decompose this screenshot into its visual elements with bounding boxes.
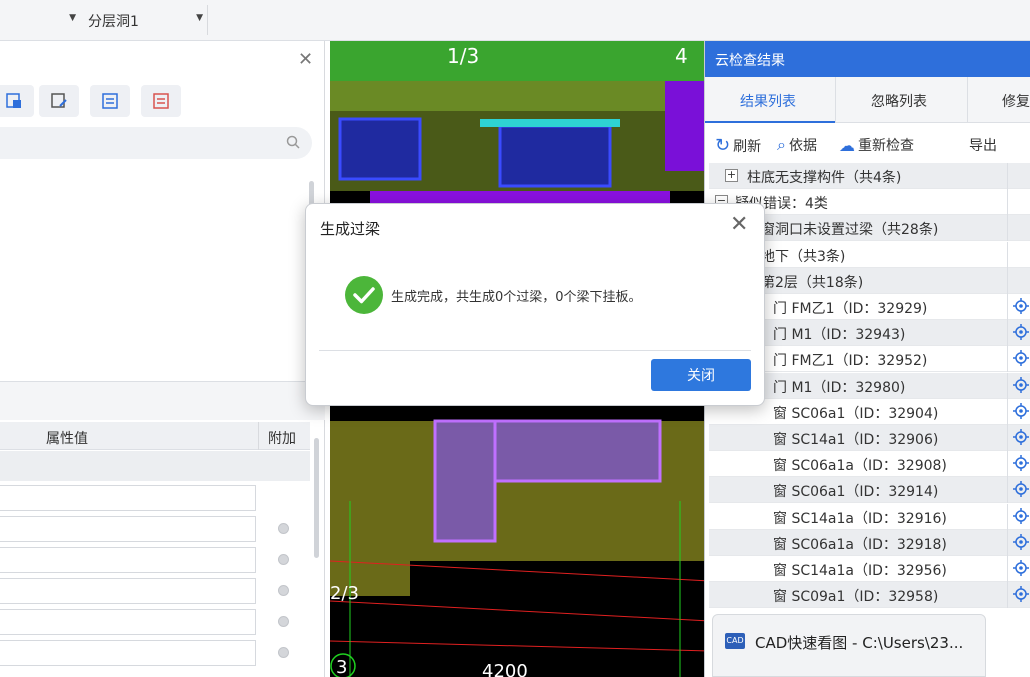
dialog-message: 生成完成，共生成0个过梁，0个梁下挂板。 bbox=[391, 290, 642, 305]
tree-item-label: 窗洞口未设置过梁（共28条) bbox=[761, 222, 939, 239]
chevron-down-icon: ▼ bbox=[196, 13, 203, 23]
copy-component-icon[interactable] bbox=[0, 85, 34, 117]
extra-radio[interactable] bbox=[278, 647, 289, 658]
tree-item-label: 门 M1（ID：32980) bbox=[773, 379, 906, 396]
locate-icon[interactable] bbox=[1013, 298, 1029, 318]
search-icon bbox=[286, 135, 300, 149]
tree-item-row[interactable]: 窗 SC14a1a（ID：32956) bbox=[709, 556, 1030, 582]
tree-item-label: 窗 SC06a1（ID：32914) bbox=[773, 484, 939, 501]
generate-lintel-dialog: 生成过梁 ✕ 生成完成，共生成0个过梁，0个梁下挂板。 关闭 bbox=[305, 203, 765, 406]
property-panel-header bbox=[0, 382, 325, 420]
locate-icon[interactable] bbox=[1013, 533, 1029, 554]
property-group-row bbox=[0, 451, 310, 481]
tree-item-label: 窗 SC09a1（ID：32958) bbox=[773, 589, 939, 606]
tree-item-row[interactable]: 窗 SC14a1a（ID：32916) bbox=[709, 503, 1030, 530]
refresh-button[interactable]: ↻ 刷新 bbox=[715, 135, 761, 156]
layer-dropdown[interactable]: 分层洞1 ▼ bbox=[82, 5, 208, 35]
tree-item-row[interactable]: 窗 SC06a1（ID：32914) bbox=[709, 477, 1030, 504]
property-value-input[interactable] bbox=[0, 547, 256, 573]
taskbar-preview-title: CAD快速看图 - C:\Users\23... bbox=[755, 634, 964, 652]
tree-item-label: 窗 SC06a1（ID：32904) bbox=[773, 405, 939, 422]
property-value-input[interactable] bbox=[0, 640, 256, 666]
tree-item-row[interactable]: 窗 SC14a1（ID：32906) bbox=[709, 425, 1030, 451]
locate-icon[interactable] bbox=[1013, 455, 1029, 475]
locate-icon[interactable] bbox=[1013, 507, 1029, 528]
layer-dropdown-value: 分层洞1 bbox=[88, 14, 139, 30]
export-button[interactable]: 导出 bbox=[969, 135, 997, 155]
extra-radio[interactable] bbox=[278, 523, 289, 534]
extra-radio[interactable] bbox=[278, 554, 289, 565]
edit-component-icon[interactable] bbox=[39, 85, 79, 117]
extra-radio[interactable] bbox=[278, 585, 289, 596]
property-columns-header: 属性值 附加 bbox=[0, 422, 310, 450]
tree-item-label: 地下（共3条) bbox=[761, 248, 846, 265]
tree-item-label: 第2层（共18条) bbox=[761, 274, 864, 291]
column-extra: 附加 bbox=[268, 431, 296, 447]
success-check-icon bbox=[345, 276, 383, 314]
close-icon[interactable]: ✕ bbox=[298, 49, 313, 70]
tree-item-label: 门 M1（ID：32943) bbox=[773, 327, 906, 344]
list-view-icon[interactable] bbox=[90, 85, 130, 117]
locate-icon[interactable] bbox=[1013, 429, 1029, 449]
tab-bar: 结果列表 忽略列表 修复 bbox=[705, 77, 1030, 123]
close-button[interactable]: 关闭 bbox=[651, 359, 751, 391]
locate-icon[interactable] bbox=[1013, 376, 1029, 397]
axis-label: 2/3 bbox=[330, 583, 359, 604]
tree-item-label: 窗 SC06a1a（ID：32918) bbox=[773, 536, 947, 553]
chevron-down-icon: ▼ bbox=[69, 13, 76, 23]
scrollbar[interactable] bbox=[314, 438, 319, 558]
tree-item-row[interactable]: 窗 SC09a1（ID：32958) bbox=[709, 582, 1030, 609]
search-input[interactable] bbox=[0, 127, 312, 159]
tree-item-label: 窗 SC14a1a（ID：32916) bbox=[773, 510, 947, 527]
document-search-icon: ⌕ bbox=[777, 135, 786, 154]
taskbar-preview[interactable]: CAD CAD快速看图 - C:\Users\23... bbox=[712, 614, 986, 677]
axis-label: 4 bbox=[675, 44, 688, 68]
locate-icon[interactable] bbox=[1013, 586, 1029, 606]
tree-item-label: 门 FM乙1（ID：32929) bbox=[773, 301, 928, 317]
basis-button[interactable]: ⌕ 依据 bbox=[777, 135, 817, 155]
tab-result-list[interactable]: 结果列表 bbox=[740, 91, 796, 111]
expand-icon[interactable]: + bbox=[725, 169, 738, 182]
tree-item-label: 窗 SC14a1（ID：32906) bbox=[773, 432, 939, 448]
locate-icon[interactable] bbox=[1013, 324, 1029, 344]
tree-item-label: 柱底无支撑构件（共4条) bbox=[747, 170, 902, 186]
locate-icon[interactable] bbox=[1013, 560, 1029, 580]
floor-dropdown[interactable]: ▼ bbox=[0, 5, 80, 35]
top-toolbar: ▼ 分层洞1 ▼ bbox=[0, 0, 1030, 41]
tree-item-label: 窗 SC14a1a（ID：32956) bbox=[773, 563, 947, 579]
tree-item-label: 窗 SC06a1a（ID：32908) bbox=[773, 458, 947, 475]
property-value-input[interactable] bbox=[0, 609, 256, 635]
extra-radio[interactable] bbox=[278, 616, 289, 627]
close-icon[interactable]: ✕ bbox=[730, 212, 748, 237]
locate-icon[interactable] bbox=[1013, 350, 1029, 370]
tree-item-label: 门 FM乙1（ID：32952) bbox=[773, 353, 928, 370]
result-toolbar: ↻ 刷新 ⌕ 依据 ☁ 重新检查 导出 bbox=[705, 129, 1030, 159]
axis-label: 1/3 bbox=[447, 44, 479, 68]
cloud-icon: ☁ bbox=[839, 135, 855, 155]
property-value-input[interactable] bbox=[0, 485, 256, 511]
tree-group-row[interactable]: + 柱底无支撑构件（共4条) bbox=[709, 163, 1030, 189]
tree-item-row[interactable]: 窗 SC06a1a（ID：32908) bbox=[709, 451, 1030, 478]
refresh-icon: ↻ bbox=[715, 135, 731, 156]
dialog-title: 生成过梁 bbox=[320, 220, 381, 238]
dimension-label: 4200 bbox=[482, 661, 528, 677]
locate-icon[interactable] bbox=[1013, 481, 1029, 501]
property-value-input[interactable] bbox=[0, 516, 256, 542]
property-value-input[interactable] bbox=[0, 578, 256, 604]
tab-ignore-list[interactable]: 忽略列表 bbox=[871, 91, 927, 111]
panel-titlebar: 云检查结果 bbox=[705, 41, 1030, 77]
recheck-button[interactable]: ☁ 重新检查 bbox=[839, 135, 914, 155]
component-panel: ✕ bbox=[0, 41, 325, 379]
cad-app-icon: CAD bbox=[725, 633, 745, 649]
tree-item-row[interactable]: 窗 SC06a1a（ID：32918) bbox=[709, 529, 1030, 556]
axis-label: 3 bbox=[336, 657, 347, 677]
column-property-value: 属性值 bbox=[46, 431, 88, 447]
locate-icon[interactable] bbox=[1013, 402, 1029, 423]
property-list-icon[interactable] bbox=[141, 85, 181, 117]
panel-title: 云检查结果 bbox=[715, 53, 785, 69]
property-panel: 属性值 附加 bbox=[0, 381, 325, 677]
tab-repair[interactable]: 修复 bbox=[1002, 91, 1030, 111]
